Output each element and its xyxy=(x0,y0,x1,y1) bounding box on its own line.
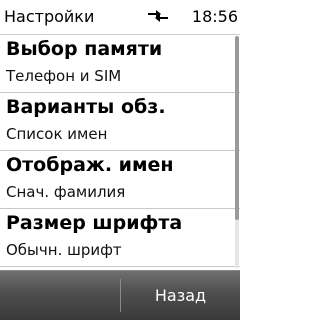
back-softkey[interactable]: Назад xyxy=(121,271,240,320)
screen-title: Настройки xyxy=(4,7,95,26)
item-value: Снач. фамилия xyxy=(6,183,126,201)
settings-screen: Настройки 18:56 Выбор памяти Телефон и S… xyxy=(0,0,240,320)
list-item-font-size[interactable]: Размер шрифта Обычн. шрифт xyxy=(0,209,240,267)
settings-list: Выбор памяти Телефон и SIM Варианты обз.… xyxy=(0,35,240,270)
list-item-memory[interactable]: Выбор памяти Телефон и SIM xyxy=(0,35,240,93)
item-value: Телефон и SIM xyxy=(6,67,122,85)
item-label: Варианты обз. xyxy=(6,96,166,118)
status-bar: Настройки 18:56 xyxy=(0,0,240,35)
scrollbar-thumb[interactable] xyxy=(235,36,239,220)
item-value: Список имен xyxy=(6,125,108,143)
usb-connection-icon xyxy=(146,8,170,24)
left-softkey[interactable] xyxy=(0,271,120,320)
scrollbar[interactable] xyxy=(235,36,239,268)
softkey-bar: Назад xyxy=(0,270,240,320)
list-item-view-options[interactable]: Варианты обз. Список имен xyxy=(0,93,240,151)
clock: 18:56 xyxy=(191,7,238,26)
item-label: Отображ. имен xyxy=(6,154,174,176)
item-value: Обычн. шрифт xyxy=(6,241,122,259)
item-label: Размер шрифта xyxy=(6,212,183,234)
item-label: Выбор памяти xyxy=(6,38,163,60)
list-item-name-display[interactable]: Отображ. имен Снач. фамилия xyxy=(0,151,240,209)
